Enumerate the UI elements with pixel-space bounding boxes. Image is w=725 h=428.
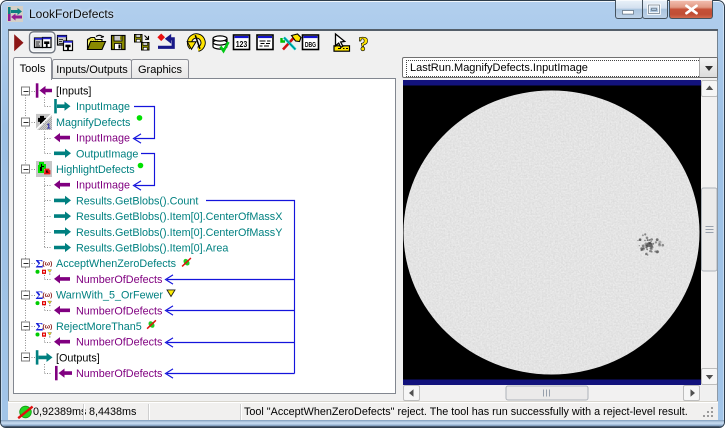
- svg-text:NumberOfDefects: NumberOfDefects: [76, 337, 163, 349]
- svg-text:OutputImage: OutputImage: [76, 148, 138, 160]
- svg-text:WarnWith_5_OrFewer: WarnWith_5_OrFewer: [56, 290, 163, 302]
- svg-text:Results.GetBlobs().Count: Results.GetBlobs().Count: [76, 195, 198, 207]
- svg-text:NumberOfDefects: NumberOfDefects: [76, 305, 163, 317]
- svg-text:(ω): (ω): [43, 324, 53, 331]
- svg-text:?: ?: [359, 34, 369, 56]
- svg-text:(ω): (ω): [43, 292, 53, 299]
- svg-text:AcceptWhenZeroDefects: AcceptWhenZeroDefects: [56, 258, 177, 270]
- svg-text:[Outputs]: [Outputs]: [56, 352, 100, 364]
- svg-text:RejectMoreThan5: RejectMoreThan5: [56, 321, 142, 333]
- svg-text:NumberOfDefects: NumberOfDefects: [76, 368, 163, 380]
- svg-text:1: 1: [47, 121, 51, 130]
- svg-text:DBG: DBG: [305, 42, 317, 49]
- svg-text:HighlightDefects: HighlightDefects: [56, 164, 135, 176]
- svg-text:[Inputs]: [Inputs]: [56, 86, 91, 98]
- svg-text:123: 123: [236, 39, 248, 49]
- svg-text:NumberOfDefects: NumberOfDefects: [76, 274, 163, 286]
- svg-text:InputImage: InputImage: [76, 180, 130, 192]
- svg-text:InputImage: InputImage: [76, 101, 130, 113]
- svg-text:Results.GetBlobs().Item[0].Cen: Results.GetBlobs().Item[0].CenterOfMassX: [76, 211, 282, 223]
- svg-text:MagnifyDefects: MagnifyDefects: [56, 117, 131, 129]
- svg-text:Results.GetBlobs().Item[0].Cen: Results.GetBlobs().Item[0].CenterOfMassY: [76, 227, 282, 239]
- svg-text:Results.GetBlobs().Item[0].Are: Results.GetBlobs().Item[0].Area: [76, 243, 228, 255]
- svg-text:(ω): (ω): [43, 261, 53, 268]
- svg-text:InputImage: InputImage: [76, 133, 130, 145]
